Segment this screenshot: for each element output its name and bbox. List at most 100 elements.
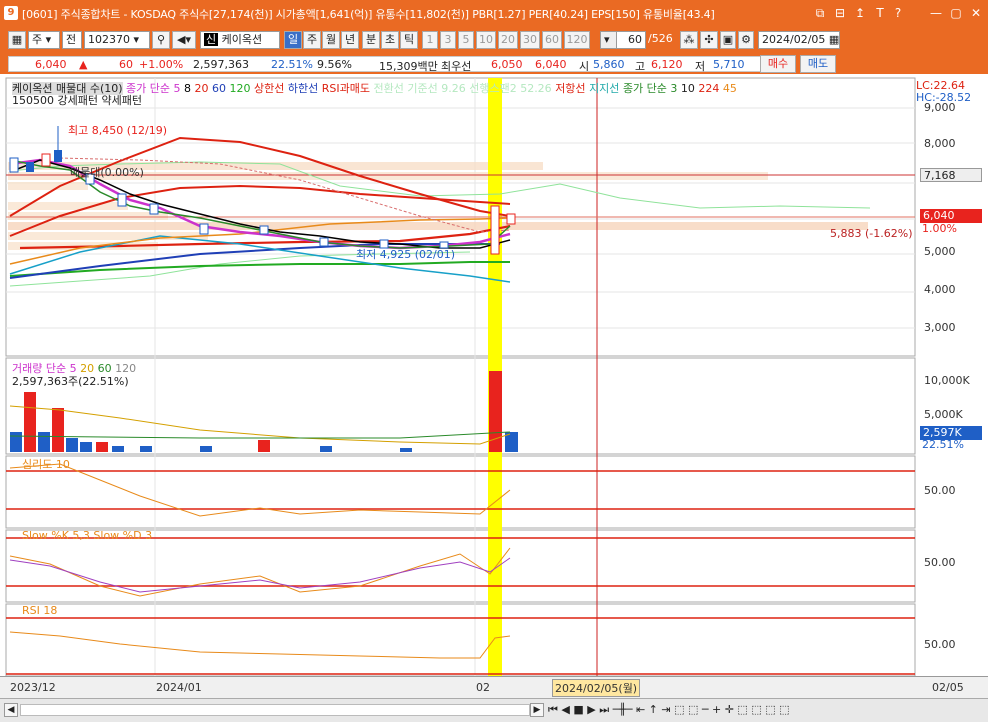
tick-4000: 4,000 (924, 283, 956, 296)
profile-bar (8, 222, 868, 230)
quote-volume: 2,597,363 (193, 58, 249, 71)
minute-30[interactable]: 30 (520, 31, 540, 49)
tick-5000: 5,000 (924, 245, 956, 258)
ma-20-legend: 20 (194, 82, 209, 95)
candle (490, 205, 500, 255)
scroll-right-icon[interactable]: ▶ (530, 703, 544, 717)
stoch-tick: 50.00 (924, 556, 956, 569)
stock-code-value: 102370 (88, 33, 130, 46)
count-total: /526 (648, 32, 673, 45)
range-select[interactable]: 전 (62, 31, 82, 49)
minute-60[interactable]: 60 (542, 31, 562, 49)
tab-month[interactable]: 월 (322, 31, 340, 49)
chart-scrollbar[interactable]: ◀ ▶ ⏮ ◀ ■ ▶ ⏭ ─╫─ ⇤ ↑ ⇥ ⬚ ⬚ ─ + ✛ ⬚ ⬚ ⬚ … (0, 698, 988, 722)
ma-8-legend: 8 (184, 82, 192, 95)
time-label-dec: 2023/12 (10, 681, 56, 694)
quote-turnover: 9.56% (317, 58, 352, 71)
profile-bar (8, 182, 88, 190)
psy-tick: 50.00 (924, 484, 956, 497)
cursor-date: 2024/02/05(월) (552, 679, 641, 697)
stock-name-field[interactable]: 신 케이옥션 (200, 31, 280, 49)
upper-legend: 상한선 (254, 82, 285, 95)
save-icon[interactable]: ▣ (720, 31, 736, 49)
minute-5[interactable]: 5 (458, 31, 474, 49)
quote-price: 6,040 (35, 58, 67, 71)
tab-day[interactable]: 일 (284, 31, 302, 49)
date-input[interactable]: 2024/02/05 ▦ (758, 31, 840, 49)
candle (149, 203, 159, 215)
font-icon[interactable]: T (872, 5, 888, 21)
restore-window-icon[interactable]: ⧉ (812, 5, 828, 21)
close-icon[interactable]: ✕ (968, 5, 984, 21)
tab-minute[interactable]: 분 (362, 31, 380, 49)
minute-120[interactable]: 120 (564, 31, 590, 49)
title-bar: 9 [0601] 주식종합차트 - KOSDAQ 주식수[27,174(천)] … (0, 0, 988, 26)
period-select[interactable]: 주 ▾ (28, 31, 60, 49)
profile-bar (8, 232, 208, 240)
tab-tick[interactable]: 틱 (400, 31, 418, 49)
volume-bar (258, 440, 270, 452)
candle (41, 153, 51, 167)
date-value: 2024/02/05 (762, 33, 826, 46)
help-icon[interactable]: ? (890, 5, 906, 21)
up-arrow-icon: ▲ (79, 58, 88, 71)
count-input[interactable]: 60 (616, 31, 646, 49)
volume-bar (140, 446, 152, 452)
time-label-feb: 02 (476, 681, 490, 694)
resistance-legend: 저항선 (555, 82, 586, 95)
ma2-224-legend: 224 (698, 82, 720, 95)
psy-panel (5, 455, 916, 529)
playback-controls[interactable]: ⏮ ◀ ■ ▶ ⏭ ─╫─ ⇤ ↑ ⇥ ⬚ ⬚ ─ + ✛ ⬚ ⬚ ⬚ ⬚ (548, 703, 790, 717)
tab-second[interactable]: 초 (381, 31, 399, 49)
minute-20[interactable]: 20 (498, 31, 518, 49)
marker-pct: 1.00% (922, 222, 957, 235)
crosshair-icon[interactable]: ✣ (700, 31, 718, 49)
quote-open: 5,860 (593, 58, 625, 71)
psy-legend: 심리도 10 (22, 458, 70, 471)
pin-icon[interactable]: ↥ (852, 5, 868, 21)
sound-icon[interactable]: ◀▾ (172, 31, 196, 49)
volume-panel (5, 357, 916, 455)
ma-60-legend: 60 (212, 82, 227, 95)
quote-change-pct: +1.00% (139, 58, 184, 71)
minute-3[interactable]: 3 (440, 31, 456, 49)
grid-icon[interactable]: ▦ (8, 31, 26, 49)
quote-row: 6,040 ▲ 60 +1.00% 2,597,363 22.51% 9.56%… (0, 54, 988, 74)
quote-high-label: 고 (635, 60, 646, 73)
scroll-left-icon[interactable]: ◀ (4, 703, 18, 717)
minimize-panel-icon[interactable]: ⊟ (832, 5, 848, 21)
volume-bar (38, 432, 50, 452)
window-title: [0601] 주식종합차트 - KOSDAQ 주식수[27,174(천)] 시가… (22, 8, 715, 21)
quote-open-label: 시 (579, 60, 590, 73)
candle (259, 225, 269, 235)
minute-10[interactable]: 10 (476, 31, 496, 49)
vol-tick-10000k: 10,000K (924, 374, 970, 387)
stock-code-input[interactable]: 102370 ▾ (84, 31, 150, 49)
tab-week[interactable]: 주 (303, 31, 321, 49)
quote-low: 5,710 (713, 58, 745, 71)
stock-tag: 신 (204, 33, 219, 46)
support-legend: 지지선 (589, 82, 620, 95)
rsi-legend: RSI 18 (22, 604, 58, 617)
marker-6040: 6,040 (920, 209, 982, 223)
scroll-track[interactable] (20, 704, 530, 716)
minimize-icon[interactable]: — (928, 5, 944, 21)
maximize-icon[interactable]: ▢ (948, 5, 964, 21)
tab-year[interactable]: 년 (341, 31, 359, 49)
search-icon[interactable]: ⚲ (152, 31, 170, 49)
minute-1[interactable]: 1 (422, 31, 438, 49)
quote-strip: 6,040 ▲ 60 +1.00% 2,597,363 22.51% 9.56%… (8, 56, 768, 73)
link-icon[interactable]: ⁂ (680, 31, 698, 49)
settings-icon[interactable]: ⚙ (738, 31, 754, 49)
vol-marker-pct: 22.51% (922, 438, 964, 451)
marker-7168: 7,168 (920, 168, 982, 182)
sell-button[interactable]: 매도 (800, 55, 836, 73)
buy-button[interactable]: 매수 (760, 55, 796, 73)
stock-name: 케이옥션 (221, 33, 263, 46)
quote-volume-ratio: 22.51% (271, 58, 313, 71)
period-value: 주 (32, 33, 43, 46)
chart-canvas[interactable]: 최고 8,450 (12/19) 최저 4,925 (02/01) 매물대(0.… (0, 76, 988, 676)
candle (506, 213, 516, 225)
volume-bar (320, 446, 332, 452)
ma-120-legend: 120 (229, 82, 251, 95)
